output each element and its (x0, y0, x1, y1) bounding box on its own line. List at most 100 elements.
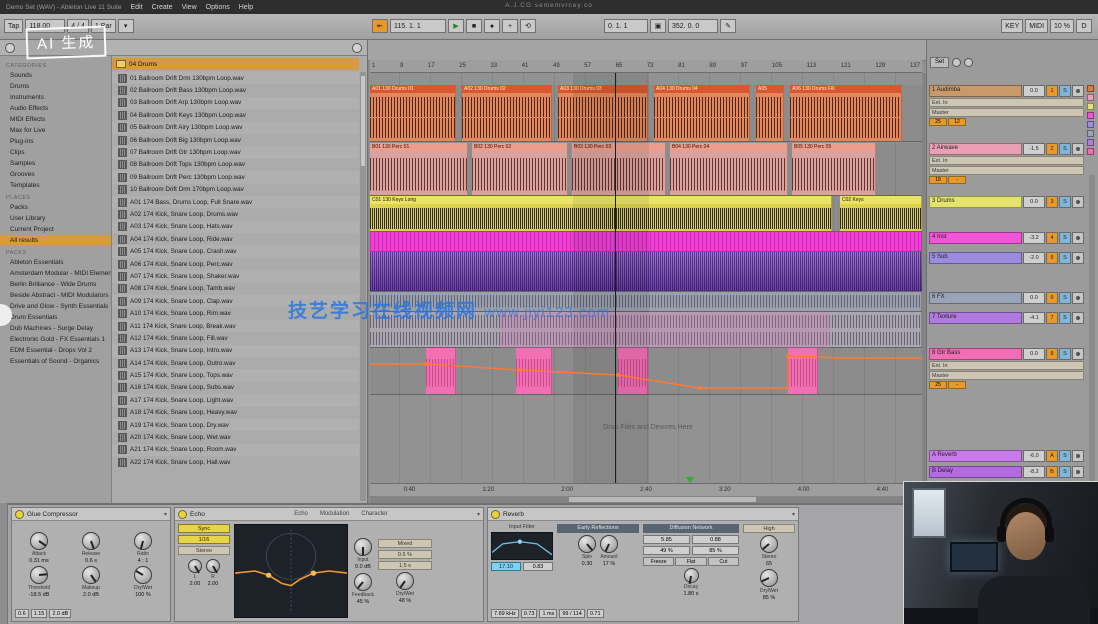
browser-file-row[interactable]: 05 Ballroom Drift Airy 130bpm Loop.wav (112, 122, 359, 134)
device-fold-icon[interactable]: ▾ (792, 511, 795, 518)
time-ruler[interactable]: 0:40 1:20 2:00 2:40 3:20 4:00 4:40 (370, 483, 922, 496)
track-send-b[interactable]: - (948, 381, 966, 389)
automation-arm-button[interactable]: ⟲ (520, 19, 536, 33)
browser-scrollbar-thumb[interactable] (361, 76, 365, 166)
track-input-routing[interactable]: Ext. In (929, 98, 1084, 107)
arrangement-clip[interactable] (426, 348, 456, 394)
sidebar-item[interactable]: Plug-ins (0, 136, 111, 147)
track-name[interactable]: 1 Audimba (929, 85, 1022, 97)
track-arm-button[interactable] (1072, 292, 1084, 304)
browser-file-row[interactable]: 08 Ballroom Drift Tops 130bpm Loop.wav (112, 159, 359, 171)
arrangement-clip[interactable] (516, 348, 552, 394)
track-solo-button[interactable]: S (1059, 232, 1071, 244)
browser-scrollbar[interactable] (360, 72, 366, 501)
track-name[interactable]: B Delay (929, 466, 1022, 478)
echo-sync-button[interactable]: Sync (178, 524, 230, 533)
track-send-a[interactable]: 25 (929, 118, 947, 126)
value-box[interactable]: 0.6 (15, 609, 29, 618)
browser-file-row[interactable]: 06 Ballroom Drift Big 130bpm Loop.wav (112, 134, 359, 146)
track-activator-button[interactable]: 4 (1046, 232, 1058, 244)
browser-selected-folder[interactable]: 04 Drums (112, 58, 359, 70)
arrangement-clip[interactable] (788, 348, 818, 394)
value-box[interactable]: 0.88 (692, 535, 739, 544)
track-volume-field[interactable]: 0.0 (1023, 348, 1045, 360)
arrangement-clip[interactable]: A02 130 Drums 02 (462, 85, 552, 141)
track-volume-field[interactable]: -2.0 (1023, 252, 1045, 264)
knob-dial[interactable] (134, 532, 152, 550)
tap-tempo-button[interactable]: Tap (4, 19, 23, 33)
track-activator-button[interactable]: A (1046, 450, 1058, 462)
browser-settings-icon[interactable] (352, 43, 362, 53)
track-output-routing[interactable]: Master (929, 108, 1084, 117)
browser-file-row[interactable]: A22 174 Kick, Snare Loop, Hall.wav (112, 456, 359, 468)
knob-dial[interactable] (354, 573, 372, 591)
device-on-icon[interactable] (15, 510, 24, 519)
browser-file-row[interactable]: A03 174 Kick, Snare Loop, Hats.wav (112, 221, 359, 233)
value-box[interactable]: 17.10 (491, 562, 521, 571)
reverb-mode-button[interactable]: Freeze (643, 557, 674, 566)
track-input-routing[interactable]: Ext. In (929, 156, 1084, 165)
track-solo-button[interactable]: S (1059, 450, 1071, 462)
knob-dial[interactable] (578, 535, 596, 553)
sidebar-item[interactable]: Amsterdam Modular - MIDI Elements 1 (0, 268, 111, 279)
sidebar-item[interactable]: Templates (0, 180, 111, 191)
knob-value[interactable]: 2.00 (190, 581, 201, 587)
track-send-a[interactable]: 18 (929, 176, 947, 184)
sidebar-item[interactable]: Max for Live (0, 125, 111, 136)
track-volume-field[interactable]: -4.1 (1023, 312, 1045, 324)
sidebar-item[interactable]: Packs (0, 202, 111, 213)
value-box[interactable]: 0.71 (587, 609, 604, 618)
arrangement-position-field[interactable]: 115. 1. 1 (390, 19, 446, 33)
knob-dial[interactable] (396, 572, 414, 590)
midi-map-button[interactable]: MIDI (1025, 19, 1048, 33)
echo-channel-mode[interactable]: Stereo (178, 546, 230, 555)
locator-marker-icon[interactable] (686, 477, 694, 483)
browser-file-row[interactable]: A17 174 Kick, Snare Loop, Light.wav (112, 394, 359, 406)
browser-file-row[interactable]: 09 Ballroom Drift Perc 130bpm Loop.wav (112, 171, 359, 183)
knob-value[interactable]: 65 (766, 561, 772, 567)
track-arm-button[interactable] (1072, 450, 1084, 462)
sidebar-item[interactable]: Drums (0, 81, 111, 92)
track-input-routing[interactable]: Ext. In (929, 361, 1084, 370)
arrangement-scrub-area[interactable] (368, 40, 926, 61)
browser-file-row[interactable]: A10 174 Kick, Snare Loop, Rim.wav (112, 307, 359, 319)
knob-dial[interactable] (82, 566, 100, 584)
knob-value[interactable]: 2.00 (208, 581, 219, 587)
track-arm-button[interactable] (1072, 252, 1084, 264)
stop-button[interactable]: ■ (466, 19, 482, 33)
sidebar-item[interactable]: Audio Effects (0, 103, 111, 114)
arrangement-clip[interactable]: C02 Keys (840, 196, 922, 231)
device-fold-icon[interactable]: ▾ (164, 511, 167, 518)
sends-toggle-icon[interactable] (964, 58, 973, 67)
knob-value[interactable]: 4 : 1 (138, 558, 149, 564)
track-send-a[interactable]: 25 (929, 381, 947, 389)
track-solo-button[interactable]: S (1059, 85, 1071, 97)
track-activator-button[interactable]: 2 (1046, 143, 1058, 155)
sidebar-item[interactable]: Instruments (0, 92, 111, 103)
arrangement-clip[interactable]: A06 130 Drums Fill (790, 85, 902, 141)
browser-file-row[interactable]: A08 174 Kick, Snare Loop, Tamb.wav (112, 283, 359, 295)
sidebar-item[interactable]: MIDI Effects (0, 114, 111, 125)
value-box[interactable]: 2.0 dB (49, 609, 71, 618)
punch-button[interactable]: ▣ (650, 19, 666, 33)
sidebar-item[interactable]: Drive and Glow - Synth Essentials (0, 301, 111, 312)
device-title-bar[interactable]: Echo Echo Modulation Character ▾ (175, 508, 483, 521)
value-box[interactable]: 1 ms (539, 609, 557, 618)
track-volume-field[interactable]: 0.0 (1023, 292, 1045, 304)
echo-mod-field[interactable]: 1.5 s (378, 561, 432, 570)
knob-value[interactable]: 100 % (135, 592, 151, 598)
track-solo-button[interactable]: S (1059, 252, 1071, 264)
value-box[interactable]: 7.69 kHz (491, 609, 519, 618)
track-volume-field[interactable]: -8.2 (1023, 466, 1045, 478)
track-name[interactable]: 2 Airwave (929, 143, 1022, 155)
sidebar-item[interactable]: All results (0, 235, 111, 246)
echo-tab[interactable]: Modulation (320, 511, 349, 517)
knob-dial[interactable] (760, 535, 778, 553)
arrangement-clip[interactable]: A01 130 Drums 01 (370, 85, 456, 141)
arrangement-clip[interactable]: B02 130 Perc 02 (472, 143, 568, 195)
sidebar-item[interactable]: Dub Machines - Surge Delay (0, 323, 111, 334)
reverb-quality-menu[interactable]: High (743, 524, 795, 533)
arrangement-clip[interactable]: A04 130 Drums 04 (654, 85, 750, 141)
play-button[interactable]: ▶ (448, 19, 464, 33)
track-solo-button[interactable]: S (1059, 312, 1071, 324)
